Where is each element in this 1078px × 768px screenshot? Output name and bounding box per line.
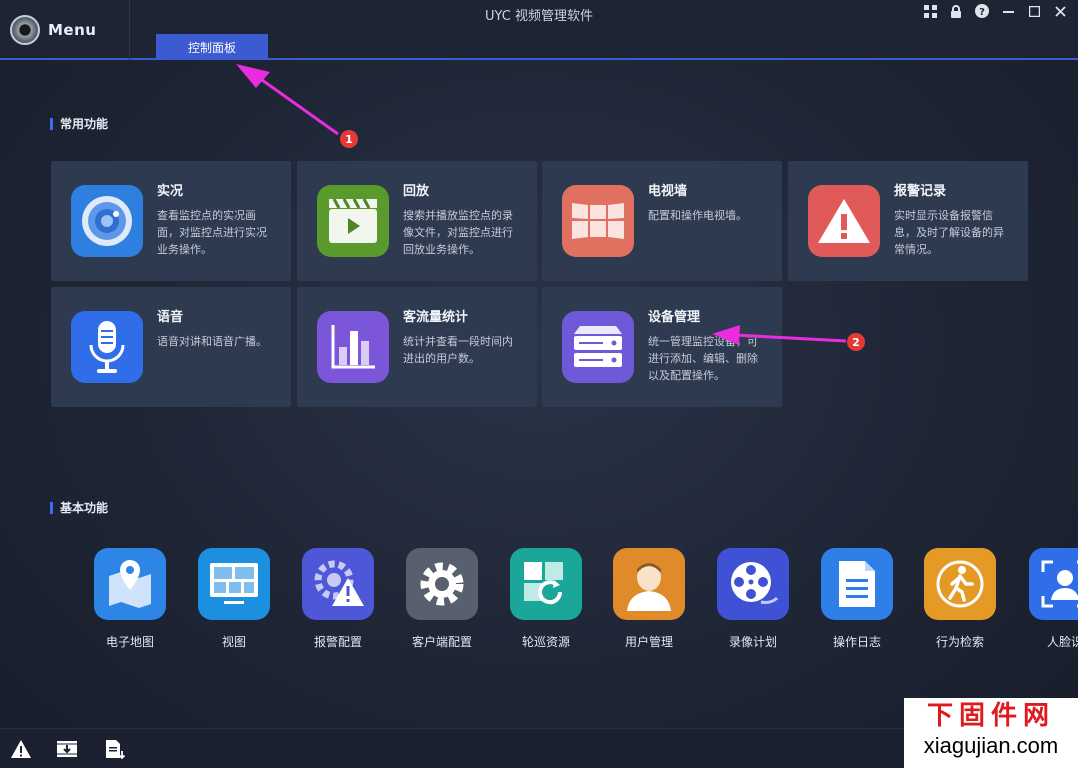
user-icon — [613, 548, 685, 620]
card-desc: 统计并查看一段时间内进出的用户数。 — [403, 335, 513, 365]
warning-icon[interactable] — [10, 739, 32, 759]
tool-operation-log[interactable]: 操作日志 — [817, 548, 897, 650]
card-desc: 配置和操作电视墙。 — [648, 209, 747, 222]
device-server-icon — [562, 311, 634, 383]
tool-label: 电子地图 — [105, 635, 154, 649]
section-title-common: 常用功能 — [50, 118, 108, 130]
tool-label: 客户端配置 — [411, 635, 472, 649]
watermark: 下固件网 xiagujian.com — [904, 698, 1078, 768]
minimize-icon[interactable] — [1000, 6, 1016, 21]
watermark-title: 下固件网 — [926, 701, 1055, 731]
card-title: 电视墙 — [648, 184, 688, 199]
alarm-config-icon — [302, 548, 374, 620]
tool-emap[interactable]: 电子地图 — [90, 548, 170, 650]
tool-user-management[interactable]: 用户管理 — [609, 548, 689, 650]
download-video-icon[interactable] — [56, 739, 78, 759]
card-title: 客流量统计 — [403, 310, 469, 325]
title-bar: Menu UYC 视频管理软件 ? 控制面板 — [0, 0, 1078, 60]
alarm-warning-icon — [808, 185, 880, 257]
tool-label: 人脸识 — [1046, 635, 1078, 649]
tool-label: 报警配置 — [313, 635, 362, 649]
card-desc: 实时显示设备报警信息，及时了解设备的异常情况。 — [894, 209, 1004, 256]
tool-label: 用户管理 — [624, 635, 673, 649]
tool-client-config[interactable]: 客户端配置 — [402, 548, 482, 650]
window-controls: ? — [922, 4, 1068, 22]
map-pin-icon — [94, 548, 166, 620]
clapperboard-icon — [317, 185, 389, 257]
card-live[interactable]: 实况 查看监控点的实况画面，对监控点进行实况业务操作。 — [51, 161, 291, 281]
tool-face-recognition[interactable]: 人脸识 — [1025, 548, 1078, 650]
close-icon[interactable] — [1052, 5, 1068, 21]
tool-recording-plan[interactable]: 录像计划 — [713, 548, 793, 650]
card-title: 实况 — [157, 184, 184, 199]
annotation-badge-1: 1 — [340, 130, 358, 148]
gear-icon — [406, 548, 478, 620]
card-desc: 搜索并播放监控点的录像文件，对监控点进行回放业务操作。 — [403, 209, 513, 256]
face-recognition-icon — [1029, 548, 1078, 620]
document-log-icon — [821, 548, 893, 620]
tool-label: 行为检索 — [935, 635, 984, 649]
card-desc: 统一管理监控设备，可进行添加、编辑、删除以及配置操作。 — [648, 335, 758, 382]
film-reel-icon — [717, 548, 789, 620]
tool-behavior-search[interactable]: 行为检索 — [920, 548, 1000, 650]
card-title: 语音 — [157, 310, 184, 325]
card-traffic-stats[interactable]: 客流量统计 统计并查看一段时间内进出的用户数。 — [297, 287, 537, 407]
tab-control-panel[interactable]: 控制面板 — [156, 34, 268, 60]
microphone-icon — [71, 311, 143, 383]
card-alarm-records[interactable]: 报警记录 实时显示设备报警信息，及时了解设备的异常情况。 — [788, 161, 1028, 281]
monitor-view-icon — [198, 548, 270, 620]
help-icon[interactable]: ? — [974, 4, 990, 22]
tool-label: 视图 — [221, 635, 246, 649]
card-title: 报警记录 — [894, 184, 947, 199]
app-title: UYC 视频管理软件 — [485, 9, 593, 24]
video-wall-icon — [562, 185, 634, 257]
card-video-wall[interactable]: 电视墙 配置和操作电视墙。 — [542, 161, 782, 281]
card-playback[interactable]: 回放 搜索并播放监控点的录像文件，对监控点进行回放业务操作。 — [297, 161, 537, 281]
card-desc: 查看监控点的实况画面，对监控点进行实况业务操作。 — [157, 209, 267, 256]
live-camera-icon — [71, 185, 143, 257]
section-title-basic: 基本功能 — [50, 502, 108, 514]
tool-patrol-resource[interactable]: 轮巡资源 — [506, 548, 586, 650]
watermark-url: xiagujian.com — [923, 733, 1059, 758]
export-document-icon[interactable] — [104, 739, 126, 760]
tool-view[interactable]: 视图 — [194, 548, 274, 650]
layout-grid-icon[interactable] — [922, 4, 938, 22]
bar-chart-icon — [317, 311, 389, 383]
card-voice[interactable]: 语音 语音对讲和语音广播。 — [51, 287, 291, 407]
card-title: 回放 — [403, 184, 430, 199]
tool-label: 轮巡资源 — [521, 635, 570, 649]
card-device-management[interactable]: 设备管理 统一管理监控设备，可进行添加、编辑、删除以及配置操作。 — [542, 287, 782, 407]
svg-text:?: ? — [979, 7, 985, 18]
walking-person-icon — [924, 548, 996, 620]
card-desc: 语音对讲和语音广播。 — [157, 335, 267, 348]
tool-alarm-config[interactable]: 报警配置 — [298, 548, 378, 650]
tool-label: 操作日志 — [832, 635, 881, 649]
annotation-badge-2: 2 — [847, 333, 865, 351]
card-title: 设备管理 — [648, 310, 701, 325]
maximize-icon[interactable] — [1026, 5, 1042, 21]
patrol-resource-icon — [510, 548, 582, 620]
tool-label: 录像计划 — [728, 635, 777, 649]
lock-icon[interactable] — [948, 4, 964, 22]
